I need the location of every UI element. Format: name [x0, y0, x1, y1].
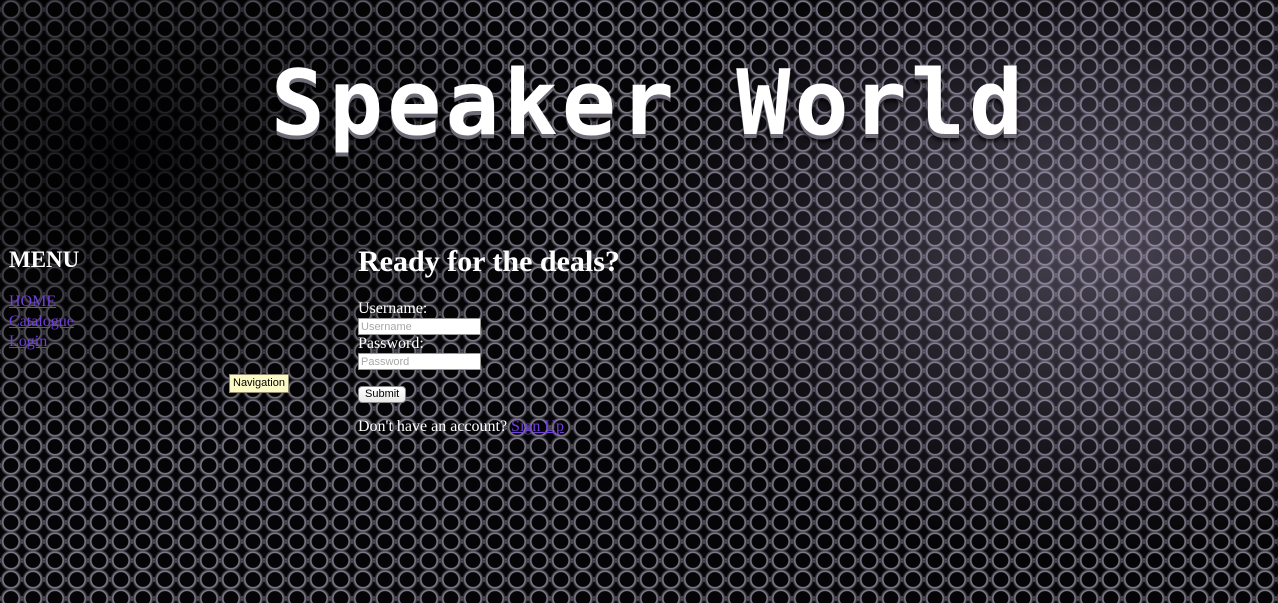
side-menu: MENU HOME Catalogue Login — [9, 246, 79, 352]
signup-line: Don't have an account? Sign Up — [358, 417, 758, 437]
signup-link[interactable]: Sign Up — [511, 418, 564, 435]
menu-heading: MENU — [9, 247, 80, 272]
site-header: Speaker World — [0, 54, 1278, 154]
login-form: Ready for the deals? Username: Password:… — [358, 244, 758, 437]
menu-link-login[interactable]: Login — [9, 332, 79, 352]
navigation-tooltip: Navigation — [229, 374, 289, 393]
login-heading: Ready for the deals? — [358, 245, 620, 278]
site-title: Speaker World — [270, 51, 1028, 156]
menu-link-home[interactable]: HOME — [9, 292, 79, 312]
password-label: Password: — [358, 335, 424, 352]
username-input[interactable] — [358, 318, 481, 335]
signup-prompt: Don't have an account? — [358, 418, 508, 435]
menu-link-catalogue[interactable]: Catalogue — [9, 312, 79, 332]
username-label: Username: — [358, 300, 428, 317]
password-input[interactable] — [358, 353, 481, 370]
submit-button[interactable]: Submit — [358, 386, 407, 403]
